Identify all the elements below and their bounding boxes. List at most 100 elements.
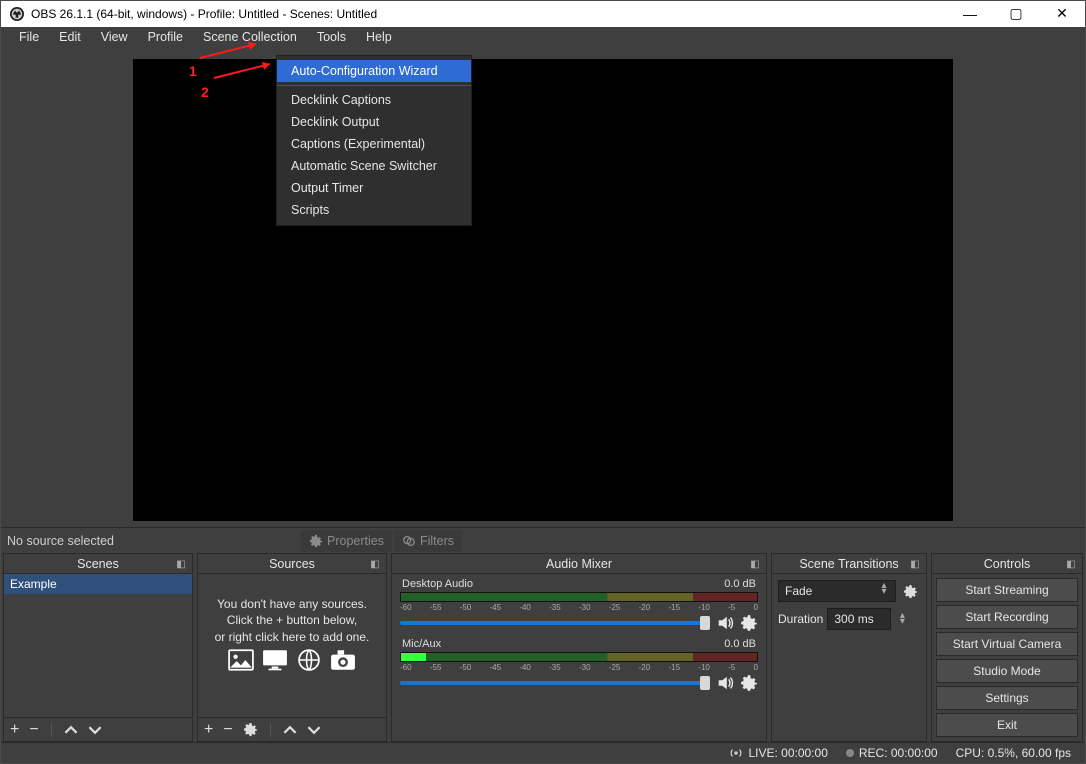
menu-item-automatic-scene-switcher[interactable]: Automatic Scene Switcher [277,155,471,177]
annotation-number-1: 1 [189,63,197,79]
menu-item-scripts[interactable]: Scripts [277,199,471,221]
gear-icon[interactable] [740,614,758,632]
move-down-icon[interactable] [307,723,321,737]
menu-item-captions-experimental[interactable]: Captions (Experimental) [277,133,471,155]
mixer-header: Audio Mixer ◧ [392,554,766,574]
scene-item[interactable]: Example [4,574,192,594]
remove-scene-button[interactable]: − [29,721,38,739]
start-streaming-button[interactable]: Start Streaming [936,578,1078,602]
exit-button[interactable]: Exit [936,713,1078,737]
close-button[interactable]: ✕ [1039,1,1085,27]
sources-header: Sources ◧ [198,554,386,574]
menu-tools[interactable]: Tools [307,27,356,47]
move-up-icon[interactable] [64,723,78,737]
scenes-panel: Scenes ◧ Example + − [3,553,193,742]
menu-item-auto-config[interactable]: Auto-Configuration Wizard [277,60,471,82]
gear-icon[interactable] [243,722,258,737]
scenes-header: Scenes ◧ [4,554,192,574]
add-scene-button[interactable]: + [10,721,19,739]
audio-mixer-panel: Audio Mixer ◧ Desktop Audio 0.0 dB -60-5… [391,553,767,742]
app-icon [9,6,25,22]
sources-help: You don't have any sources. Click the + … [198,574,386,677]
status-cpu: CPU: 0.5%, 60.00 fps [956,746,1071,760]
menu-view[interactable]: View [91,27,138,47]
menu-profile[interactable]: Profile [138,27,193,47]
sources-panel: Sources ◧ You don't have any sources. Cl… [197,553,387,742]
minimize-button[interactable]: — [947,1,993,27]
menubar: File Edit View Profile Scene Collection … [1,27,1085,48]
popout-icon[interactable]: ◧ [1064,557,1078,571]
mixer-body: Desktop Audio 0.0 dB -60-55-50-45-40-35-… [392,574,766,741]
controls-body: Start Streaming Start Recording Start Vi… [932,574,1082,741]
scenes-footer: + − [4,717,192,741]
mixer-track-mic: Mic/Aux 0.0 dB -60-55-50-45-40-35-30-25-… [400,638,758,692]
vu-meter [400,652,758,662]
volume-slider[interactable] [400,681,710,685]
menu-item-output-timer[interactable]: Output Timer [277,177,471,199]
popout-icon[interactable]: ◧ [174,557,188,571]
menu-divider [277,85,471,86]
filters-button[interactable]: Filters [394,530,462,552]
status-rec: REC: 00:00:00 [846,746,938,760]
maximize-button[interactable]: ▢ [993,1,1039,27]
docks: Scenes ◧ Example + − Sources ◧ You [1,553,1085,742]
duration-input[interactable]: 300 ms [827,608,891,630]
vu-meter [400,592,758,602]
studio-mode-button[interactable]: Studio Mode [936,659,1078,683]
speaker-icon[interactable] [716,614,734,632]
sources-list[interactable]: You don't have any sources. Click the + … [198,574,386,717]
annotation-number-2: 2 [201,84,209,100]
menu-file[interactable]: File [9,27,49,47]
statusbar: LIVE: 00:00:00 REC: 00:00:00 CPU: 0.5%, … [1,742,1085,763]
window-controls: — ▢ ✕ [947,1,1085,27]
preview-canvas[interactable] [133,59,953,521]
menu-item-decklink-output[interactable]: Decklink Output [277,111,471,133]
gear-icon[interactable] [740,674,758,692]
controls-header: Controls ◧ [932,554,1082,574]
add-source-button[interactable]: + [204,721,213,739]
popout-icon[interactable]: ◧ [908,557,922,571]
track-db: 0.0 dB [724,638,756,650]
menu-help[interactable]: Help [356,27,402,47]
preview-area [1,47,1085,527]
start-virtual-camera-button[interactable]: Start Virtual Camera [936,632,1078,656]
globe-icon [296,649,322,671]
transition-settings-button[interactable] [900,581,920,601]
volume-slider[interactable] [400,621,710,625]
track-name: Desktop Audio [402,578,473,590]
transitions-header: Scene Transitions ◧ [772,554,926,574]
spinner-arrows[interactable]: ▴▾ [895,613,909,625]
track-db: 0.0 dB [724,578,756,590]
source-status: No source selected [7,534,114,548]
record-dot-icon [846,749,854,757]
window-title: OBS 26.1.1 (64-bit, windows) - Profile: … [31,7,947,21]
move-up-icon[interactable] [283,723,297,737]
gear-icon [309,534,323,548]
source-toolbar: No source selected Properties Filters [1,527,1085,553]
camera-icon [330,649,356,671]
move-down-icon[interactable] [88,723,102,737]
menu-edit[interactable]: Edit [49,27,91,47]
transitions-panel: Scene Transitions ◧ Fade ▴▾ Duration 300… [771,553,927,742]
settings-button[interactable]: Settings [936,686,1078,710]
popout-icon[interactable]: ◧ [368,557,382,571]
titlebar: OBS 26.1.1 (64-bit, windows) - Profile: … [1,1,1085,27]
properties-button[interactable]: Properties [301,530,392,552]
controls-panel: Controls ◧ Start Streaming Start Recordi… [931,553,1083,742]
track-name: Mic/Aux [402,638,441,650]
gear-icon [903,584,918,599]
menu-item-decklink-captions[interactable]: Decklink Captions [277,89,471,111]
duration-label: Duration [778,612,823,626]
popout-icon[interactable]: ◧ [748,557,762,571]
scenes-list[interactable]: Example [4,574,192,717]
status-live: LIVE: 00:00:00 [729,746,827,760]
sources-footer: + − [198,717,386,741]
start-recording-button[interactable]: Start Recording [936,605,1078,629]
tools-menu-dropdown: Auto-Configuration Wizard Decklink Capti… [276,55,472,226]
remove-source-button[interactable]: − [223,721,232,739]
menu-scene-collection[interactable]: Scene Collection [193,27,307,47]
speaker-icon[interactable] [716,674,734,692]
image-icon [228,649,254,671]
transition-select[interactable]: Fade ▴▾ [778,580,896,602]
meter-ticks: -60-55-50-45-40-35-30-25-20-15-10-50 [400,603,758,612]
